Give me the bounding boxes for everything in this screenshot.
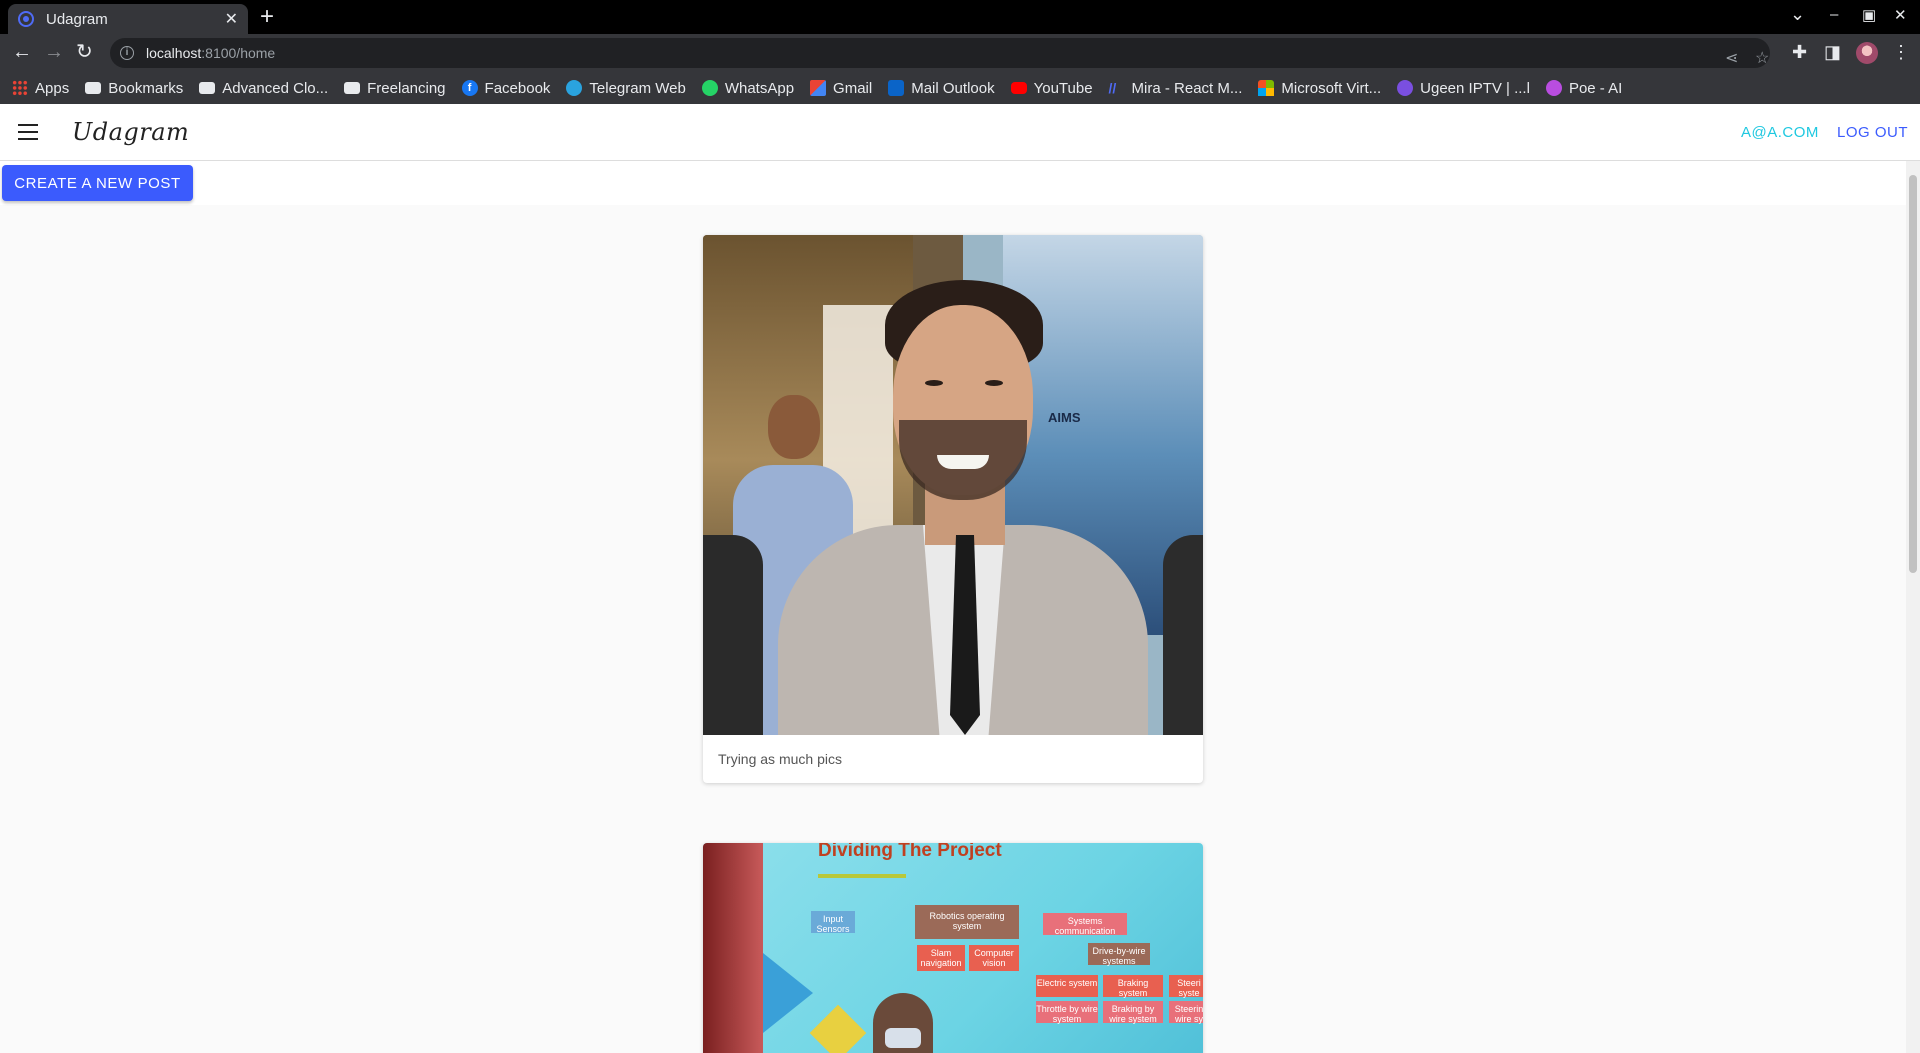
bookmark-label: Advanced Clo...: [222, 79, 329, 97]
extensions-puzzle-icon[interactable]: ✚: [1792, 42, 1807, 63]
bookmark-facebook[interactable]: f Facebook: [461, 79, 551, 97]
bookmark-label: Gmail: [833, 79, 873, 97]
bookmark-label: Microsoft Virt...: [1281, 79, 1382, 97]
bookmark-youtube[interactable]: YouTube: [1010, 79, 1093, 97]
chrome-menu-icon[interactable]: ⋮: [1892, 42, 1910, 63]
microsoft-icon: [1258, 80, 1275, 96]
window-close-icon[interactable]: ✕: [1894, 6, 1907, 24]
bookmark-poe[interactable]: Poe - AI: [1545, 79, 1623, 97]
browser-tab-strip: Udagram ✕ + ⌄ – ▣ ✕: [0, 0, 1920, 34]
scrollbar-thumb[interactable]: [1909, 175, 1917, 573]
bookmark-star-icon[interactable]: ☆: [1755, 48, 1769, 68]
folder-icon: [344, 82, 361, 94]
bookmark-label: Telegram Web: [589, 79, 686, 97]
slide-box: Electric system: [1036, 975, 1098, 997]
bookmark-gmail[interactable]: Gmail: [810, 80, 872, 97]
tab-search-chevron-icon[interactable]: ⌄: [1790, 4, 1805, 25]
slide-heading: Dividing The Project: [818, 843, 1002, 861]
profile-avatar[interactable]: [1856, 42, 1878, 64]
maximize-icon[interactable]: ▣: [1862, 6, 1876, 24]
site-info-icon[interactable]: i: [120, 46, 134, 60]
whatsapp-icon: [701, 80, 718, 96]
url-host: localhost: [146, 45, 202, 61]
bookmark-label: Facebook: [484, 79, 551, 97]
new-tab-icon[interactable]: +: [260, 4, 274, 30]
browser-toolbar: ← → ↻ i localhost:8100/home ⋖ ☆ ✚ ◨ ⋮: [0, 34, 1920, 72]
tab-close-icon[interactable]: ✕: [225, 9, 238, 29]
folder-icon: [199, 82, 216, 94]
ugeen-icon: [1397, 80, 1414, 96]
user-email-link[interactable]: A@A.COM: [1741, 124, 1819, 141]
udagram-favicon-icon: [18, 11, 34, 27]
folder-icon: [85, 82, 102, 94]
telegram-icon: [566, 80, 583, 96]
facebook-icon: f: [461, 80, 478, 96]
bookmark-microsoft[interactable]: Microsoft Virt...: [1258, 80, 1381, 97]
bookmark-advanced-cloud[interactable]: Advanced Clo...: [199, 80, 328, 97]
page-scrollbar[interactable]: [1906, 161, 1920, 1053]
create-post-bar: [0, 161, 1906, 205]
slide-box: Computer vision: [969, 945, 1019, 971]
bookmark-mira[interactable]: // Mira - React M...: [1109, 80, 1243, 97]
feed-item: Dividing The Project Input Sensors Robot…: [703, 843, 1203, 1053]
browser-tab[interactable]: Udagram ✕: [8, 4, 248, 34]
brand-logo[interactable]: Udagram: [72, 118, 189, 146]
slide-box: Steerin wire sy: [1169, 1001, 1203, 1024]
post-image: AIMS: [703, 235, 1203, 735]
hamburger-menu-icon[interactable]: [18, 124, 38, 140]
address-bar[interactable]: i localhost:8100/home ⋖ ☆: [110, 38, 1770, 68]
create-post-button[interactable]: CREATE A NEW POST: [2, 165, 193, 201]
minimize-icon[interactable]: –: [1830, 6, 1838, 23]
bookmark-bookmarks[interactable]: Bookmarks: [85, 80, 183, 97]
bookmark-whatsapp[interactable]: WhatsApp: [701, 79, 795, 97]
url-path: :8100/home: [201, 45, 276, 61]
poster-text: AIMS: [1048, 410, 1081, 425]
bookmark-label: Freelancing: [367, 79, 446, 97]
slide-box: Input Sensors: [811, 911, 855, 934]
slide-box: Drive-by-wire systems: [1088, 943, 1150, 966]
reload-icon[interactable]: ↻: [76, 42, 93, 62]
bookmark-label: Mira - React M...: [1131, 79, 1243, 97]
slide-box: Systems communication: [1043, 913, 1127, 936]
bookmark-label: Apps: [35, 79, 70, 97]
bookmark-telegram[interactable]: Telegram Web: [566, 79, 686, 97]
mira-icon: //: [1108, 80, 1117, 96]
share-icon[interactable]: ⋖: [1725, 48, 1738, 68]
logout-button[interactable]: LOG OUT: [1837, 124, 1908, 141]
apps-icon: [12, 80, 28, 96]
poe-icon: [1545, 80, 1562, 96]
feed-item: AIMS Trying as much pics: [703, 235, 1203, 783]
slide-box: Braking system: [1103, 975, 1163, 998]
back-arrow-icon[interactable]: ←: [12, 42, 32, 62]
forward-arrow-icon[interactable]: →: [44, 42, 64, 62]
bookmark-label: YouTube: [1033, 79, 1093, 97]
bookmark-freelancing[interactable]: Freelancing: [344, 79, 446, 97]
side-panel-icon[interactable]: ◨: [1824, 42, 1841, 63]
slide-box: Robotics operating system: [915, 905, 1019, 939]
bookmark-label: Mail Outlook: [911, 79, 995, 97]
bookmark-label: WhatsApp: [724, 79, 795, 97]
bookmark-ugeen[interactable]: Ugeen IPTV | ...l: [1397, 80, 1530, 97]
app-header: Udagram A@A.COM LOG OUT: [0, 104, 1920, 161]
bookmark-apps[interactable]: Apps: [12, 80, 69, 97]
bookmark-label: Bookmarks: [108, 79, 184, 97]
bookmark-label: Ugeen IPTV | ...l: [1420, 79, 1530, 97]
gmail-icon: [810, 80, 827, 96]
post-image: Dividing The Project Input Sensors Robot…: [703, 843, 1203, 1053]
tab-title: Udagram: [46, 10, 108, 28]
slide-box: Throttle by wire system: [1036, 1001, 1098, 1024]
bookmarks-bar: Apps Bookmarks Advanced Clo... Freelanci…: [0, 72, 1920, 104]
slide-box: Steeri syste: [1169, 975, 1203, 998]
youtube-icon: [1010, 82, 1027, 94]
bookmark-label: Poe - AI: [1568, 79, 1623, 97]
slide-box: Braking by wire system: [1103, 1001, 1163, 1024]
slide-box: Slam navigation: [917, 945, 965, 971]
bookmark-outlook[interactable]: Mail Outlook: [888, 79, 995, 97]
post-caption: Trying as much pics: [718, 751, 842, 767]
outlook-icon: [888, 80, 905, 96]
